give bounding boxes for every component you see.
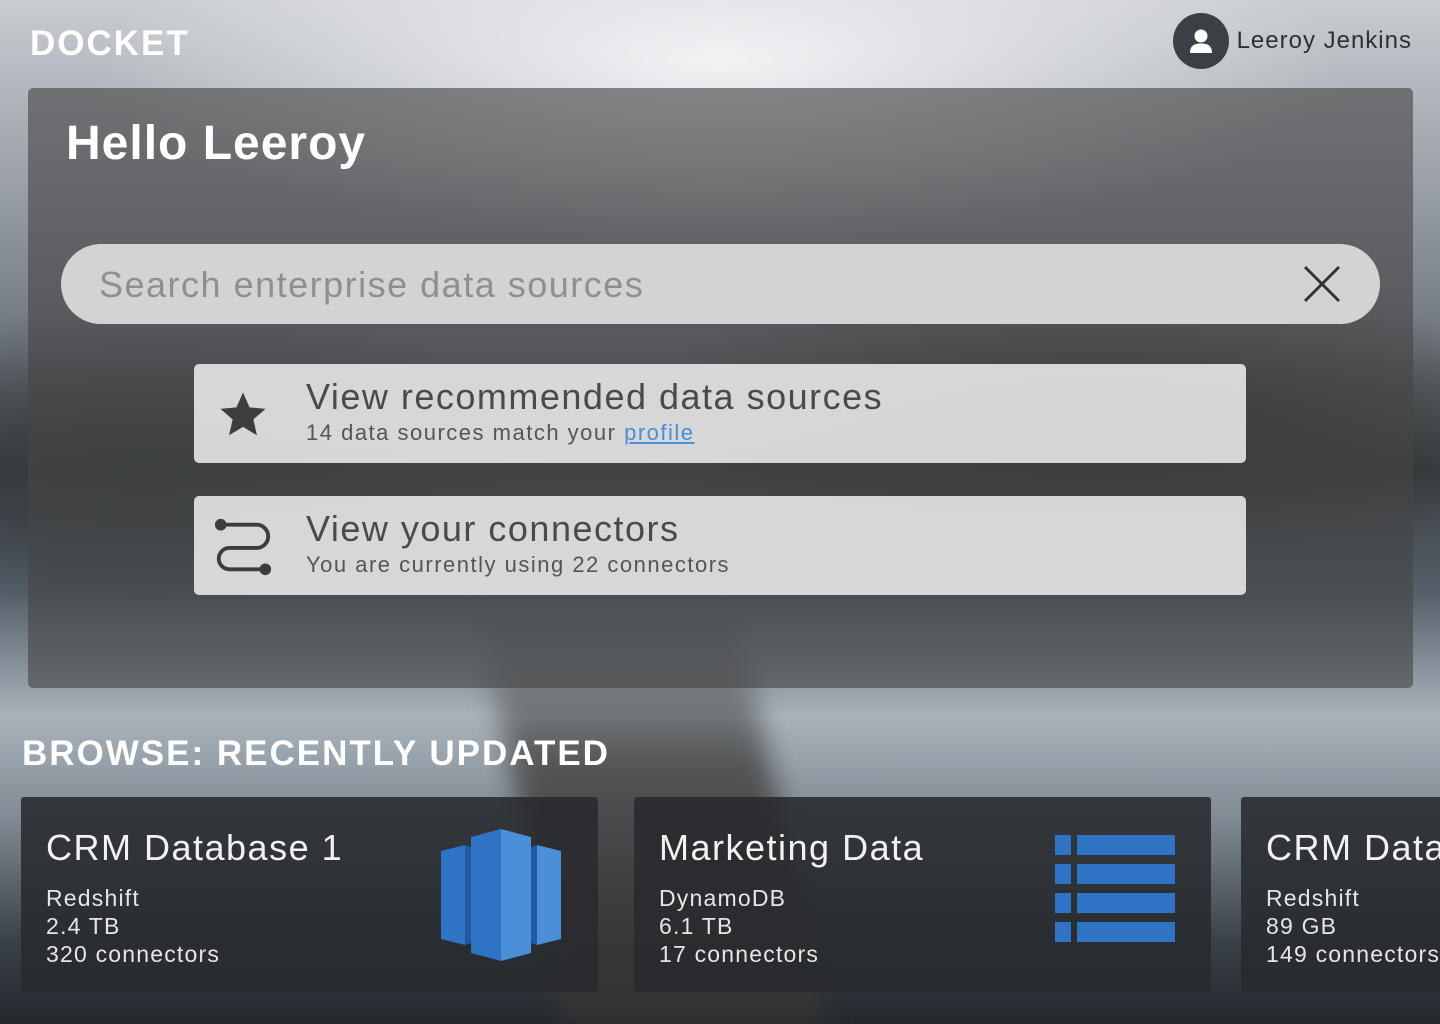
connectors-card[interactable]: View your connectors You are currently u… — [194, 496, 1246, 595]
data-source-card[interactable]: CRM Database 1 Redshift 2.4 TB 320 conne… — [21, 797, 598, 992]
source-size: 2.4 TB — [46, 913, 121, 939]
user-menu[interactable]: Leeroy Jenkins — [1172, 13, 1412, 69]
source-size: 6.1 TB — [659, 913, 734, 939]
search-input[interactable] — [97, 244, 1251, 326]
app-brand[interactable]: DOCKET — [30, 24, 190, 64]
star-icon — [212, 384, 274, 446]
source-connectors: 17 connectors — [659, 941, 820, 967]
source-name: CRM Database 1 — [46, 827, 344, 868]
source-type: Redshift — [46, 885, 140, 911]
profile-link[interactable]: profile — [624, 420, 694, 445]
source-name: Marketing Data — [659, 827, 925, 868]
source-name: CRM Data — [1266, 827, 1440, 868]
close-icon[interactable] — [1302, 264, 1342, 304]
search-bar — [61, 244, 1380, 326]
user-name[interactable]: Leeroy Jenkins — [1237, 27, 1412, 55]
source-type: Redshift — [1266, 885, 1360, 911]
dynamodb-logo — [1055, 835, 1175, 952]
hero-panel: Hello Leeroy View recommended data sourc… — [28, 88, 1413, 688]
recommended-subtitle-text: 14 data sources match your — [306, 420, 625, 445]
user-icon[interactable] — [1172, 13, 1229, 69]
source-size: 89 GB — [1266, 913, 1338, 939]
data-source-card[interactable]: CRM Data Redshift 89 GB 149 connectors — [1241, 797, 1440, 992]
greeting-title: Hello Leeroy — [66, 117, 367, 170]
data-source-card[interactable]: Marketing Data DynamoDB 6.1 TB 17 connec… — [634, 797, 1211, 992]
source-type: DynamoDB — [659, 885, 787, 911]
recommended-subtitle: 14 data sources match your profile — [306, 420, 695, 446]
browse-heading: BROWSE: RECENTLY UPDATED — [22, 734, 610, 773]
redshift-logo — [441, 829, 561, 966]
connectors-subtitle: You are currently using 22 connectors — [306, 552, 731, 577]
connectors-title: View your connectors — [306, 508, 680, 549]
recommended-title: View recommended data sources — [306, 376, 884, 417]
source-connectors: 149 connectors — [1266, 941, 1440, 967]
recommended-sources-card[interactable]: View recommended data sources 14 data so… — [194, 364, 1246, 463]
source-connectors: 320 connectors — [46, 941, 221, 967]
route-icon — [212, 516, 274, 578]
